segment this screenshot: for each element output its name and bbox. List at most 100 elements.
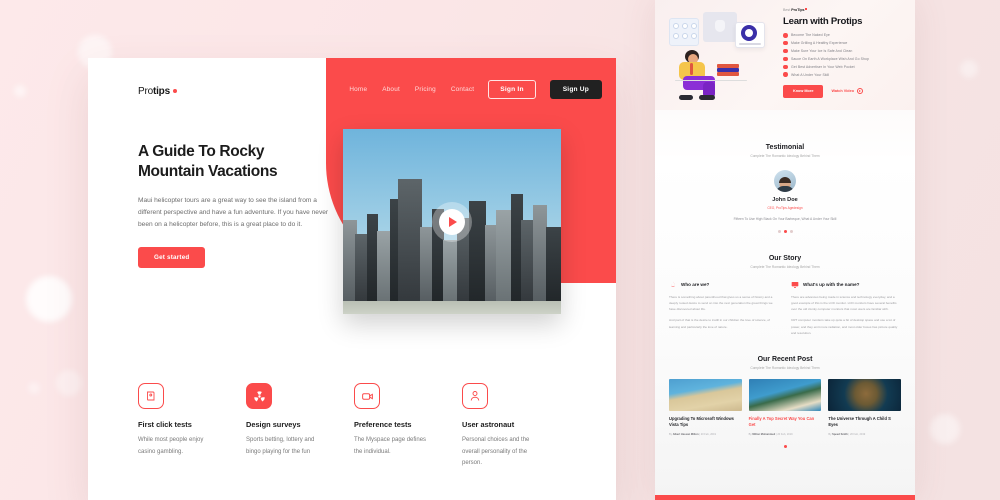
list-item: What A Under Your Skill	[783, 72, 903, 77]
list-item-label: Get Best Advertiser In Your Web Pocket	[791, 64, 855, 69]
camera-icon	[354, 383, 380, 409]
nav-item-pricing[interactable]: Pricing	[415, 86, 436, 93]
nav-item-home[interactable]: Home	[349, 86, 367, 93]
illus-tie	[690, 63, 693, 75]
nav-item-about[interactable]: About	[382, 86, 400, 93]
building	[377, 230, 391, 302]
nav-links: Home About Pricing Contact	[349, 86, 474, 93]
carousel-dot-active[interactable]	[783, 444, 787, 448]
list-item-label: What A Under Your Skill	[791, 72, 830, 77]
get-started-button[interactable]: Get started	[138, 247, 206, 269]
feature-title: Design surveys	[246, 420, 301, 429]
story-heading: What's up with the name?	[803, 282, 860, 288]
post-thumbnail	[828, 378, 902, 411]
sign-up-button[interactable]: Sign Up	[549, 80, 602, 99]
avatar-hair	[779, 176, 791, 183]
site-logo[interactable]: Protips	[138, 86, 177, 97]
feature-text: While most people enjoy casino gambling.	[138, 437, 204, 455]
hero-eyebrow: Best ProTips	[783, 8, 903, 12]
story-paragraph-secondary: And part of that is the desire to instil…	[669, 318, 770, 329]
check-bullet-icon	[783, 56, 788, 62]
post-date: 20 Feb, 2019	[700, 432, 716, 436]
hero-video-thumbnail[interactable]	[343, 129, 561, 314]
sign-in-button[interactable]: Sign In	[488, 80, 536, 99]
list-item: Make Sure Your Ice Is Safe And Clean	[783, 48, 903, 54]
post-title: Finally A Top Secret Way You Can Get	[748, 415, 815, 428]
post-card[interactable]: Finally A Top Secret Way You Can Get By …	[748, 378, 822, 436]
building	[469, 201, 486, 302]
radiation-icon	[246, 383, 272, 409]
illus-dot	[682, 23, 688, 29]
feature-title: Preference tests	[354, 420, 412, 429]
secondary-hero-content: Best ProTips Learn with Protips Become T…	[783, 8, 903, 98]
post-carousel-dots	[669, 444, 901, 448]
feature-card[interactable]: First click tests While most people enjo…	[138, 383, 220, 470]
eyebrow-square-icon	[804, 8, 807, 10]
post-date: 20 Feb, 2019	[849, 432, 866, 436]
post-date: 20 Feb, 2019	[777, 432, 793, 436]
post-meta: By Speed Smith | 20 Feb, 2019	[828, 432, 866, 436]
illus-dot	[673, 33, 679, 39]
illus-logo-inner	[745, 29, 753, 37]
main-landing-artboard: Protips Home About Pricing Contact Sign …	[88, 58, 616, 500]
illus-dot	[691, 33, 697, 39]
post-author: Milton Mohammed	[752, 432, 776, 436]
check-bullet-icon	[783, 33, 788, 38]
watch-video-label: Watch Video	[831, 89, 855, 94]
bokeh-circle	[56, 370, 82, 396]
story-paragraph: There is something about parenthood that…	[669, 294, 773, 312]
story-paragraph-secondary: CRT computer monitors take up quite a bi…	[791, 318, 898, 335]
hero-feature-list: Become The Naked Eye Make Grilling A Hea…	[783, 33, 903, 77]
list-item: Sauce On Earth A Workplace Wish And Go S…	[783, 56, 903, 62]
story-column: What's up with the name? There are advan…	[791, 281, 901, 336]
list-item-label: Make Grilling A Healthy Experience	[791, 41, 848, 46]
illus-book	[717, 72, 739, 76]
nav-item-contact[interactable]: Contact	[451, 86, 474, 93]
building	[546, 227, 561, 302]
feature-card[interactable]: User astronaut Personal choices and the …	[462, 383, 544, 470]
feature-card[interactable]: Preference tests The Myspace page define…	[354, 383, 436, 470]
list-item-label: Make Sure Your Ice Is Safe And Clean	[791, 49, 853, 54]
illus-shoe	[699, 95, 715, 100]
play-icon[interactable]	[439, 208, 465, 235]
illus-line	[739, 43, 761, 45]
hero-title-bold: Rocky	[219, 143, 265, 160]
testimonial-section: Testimonial Complete The Romantic Ideolo…	[655, 144, 915, 233]
hero-paragraph: Maui helicopter tours are a great way to…	[138, 196, 329, 229]
check-bullet-icon	[783, 40, 788, 46]
secondary-hero: Best ProTips Learn with Protips Become T…	[655, 0, 915, 110]
building	[533, 204, 547, 302]
check-bullet-icon	[783, 64, 788, 70]
testimonial-author-name: John Doe	[772, 197, 798, 203]
avatar-body	[775, 186, 795, 192]
carousel-dot[interactable]	[777, 229, 781, 233]
feature-card[interactable]: Design surveys Sports betting, lottery a…	[246, 383, 328, 470]
post-card[interactable]: The Universe Through A Child S Eyes By S…	[828, 378, 902, 436]
watch-video-button[interactable]: Watch Video	[831, 88, 864, 95]
bokeh-circle	[28, 382, 40, 394]
testimonial-subtitle: Complete The Romantic Ideology Behind Th…	[750, 154, 820, 158]
monitor-icon	[791, 281, 799, 289]
post-thumbnail	[748, 378, 822, 411]
tower-building	[398, 178, 422, 302]
list-item: Become The Naked Eye	[783, 33, 903, 38]
recent-post-subtitle: Complete The Romantic Ideology Behind Th…	[750, 365, 820, 370]
flame-icon	[669, 281, 677, 289]
carousel-dot[interactable]	[789, 229, 793, 233]
illus-screen-shape	[715, 20, 725, 32]
post-card[interactable]: Upgrading To Microsoft Windows Vista Tip…	[669, 378, 742, 436]
post-meta: By Albert Hassan Milton | 20 Feb, 2019	[669, 432, 716, 436]
know-more-button[interactable]: Know More	[783, 84, 824, 98]
story-column: Who are we? There is something about par…	[669, 281, 779, 336]
post-author: Albert Hassan Milton	[672, 432, 699, 436]
post-list: Upgrading To Microsoft Windows Vista Tip…	[669, 378, 902, 436]
recent-post-section: Our Recent Post Complete The Romantic Id…	[655, 356, 915, 448]
secondary-page-title: Learn with Protips	[783, 16, 863, 27]
check-bullet-icon	[783, 48, 788, 54]
water-layer	[343, 301, 561, 314]
illus-dot	[691, 23, 697, 29]
story-paragraph: There are advances being made in science…	[791, 294, 897, 312]
carousel-dot-active[interactable]	[783, 229, 787, 233]
our-story-section: Our Story Complete The Romantic Ideology…	[655, 255, 915, 336]
story-title: Our Story	[768, 254, 802, 262]
